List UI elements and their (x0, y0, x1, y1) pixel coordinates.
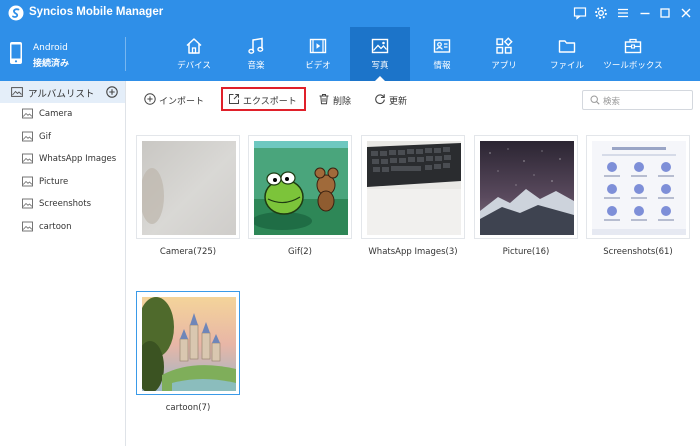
sidebar-item-label: Gif (39, 132, 51, 142)
album-icon (22, 108, 33, 119)
album-label: Screenshots(61) (603, 247, 673, 257)
tab-apps[interactable]: アプリ (474, 27, 534, 81)
feedback-icon[interactable] (572, 5, 588, 21)
sidebar-item-screenshots[interactable]: Screenshots (0, 194, 125, 214)
tab-label: デバイス (177, 61, 211, 71)
album-thumbnail[interactable] (136, 135, 240, 239)
sidebar-item-label: Camera (39, 109, 73, 119)
search-placeholder: 検索 (603, 97, 621, 107)
sidebar-item-gif[interactable]: Gif (0, 127, 125, 147)
close-icon[interactable] (678, 5, 694, 21)
phone-icon (10, 42, 22, 64)
camera-photo-thumbnail (142, 141, 236, 235)
device-info[interactable]: Android 接続済み (0, 27, 126, 81)
add-album-icon[interactable] (106, 86, 118, 98)
delete-label: 削除 (333, 97, 352, 107)
tab-label: 情報 (433, 61, 451, 71)
syncios-logo-icon (8, 5, 24, 21)
menu-icon[interactable] (615, 5, 631, 21)
device-name: Android (33, 43, 68, 53)
search-input[interactable]: 検索 (582, 90, 693, 110)
sidebar-item-label: Screenshots (39, 199, 92, 209)
tab-label: ファイル (549, 61, 584, 71)
tab-files[interactable]: ファイル (536, 27, 598, 81)
album-list-title: アルバムリスト (28, 89, 95, 100)
device-status: 接続済み (33, 59, 70, 69)
night-sky-mountain-thumbnail (480, 141, 574, 235)
delete-button[interactable]: 削除 (318, 92, 358, 108)
album-sidebar: アルバムリスト Camera Gif WhatsApp Images Pictu… (0, 81, 126, 446)
app-title: Syncios Mobile Manager (29, 6, 164, 18)
photo-icon (371, 38, 389, 54)
apps-icon (496, 37, 513, 54)
title-bar: Syncios Mobile Manager (0, 0, 700, 27)
search-icon (590, 95, 600, 105)
tab-label: 写真 (371, 61, 389, 71)
tab-photo[interactable]: 写真 (350, 27, 410, 81)
nav-divider (125, 37, 126, 71)
sidebar-item-label: cartoon (39, 222, 72, 232)
album-list-header[interactable]: アルバムリスト (0, 81, 125, 103)
album-icon (22, 176, 33, 187)
tab-device[interactable]: デバイス (164, 27, 224, 81)
sidebar-item-whatsapp-images[interactable]: WhatsApp Images (0, 149, 125, 169)
toolbox-icon (624, 38, 642, 54)
import-button[interactable]: インポート (144, 92, 208, 108)
album-icon (22, 131, 33, 142)
album-thumbnail[interactable] (586, 135, 690, 239)
tab-label: ツールボックス (603, 61, 663, 71)
import-label: インポート (159, 97, 205, 107)
tab-label: アプリ (491, 61, 517, 71)
minimize-icon[interactable] (637, 5, 653, 21)
trash-icon (319, 94, 329, 105)
tab-toolbox[interactable]: ツールボックス (598, 27, 668, 81)
refresh-label: 更新 (389, 97, 408, 107)
sidebar-item-label: Picture (39, 177, 69, 187)
gear-icon[interactable] (593, 5, 609, 21)
sidebar-item-picture[interactable]: Picture (0, 172, 125, 192)
album-thumbnail[interactable] (474, 135, 578, 239)
album-thumbnail-selected[interactable] (136, 291, 240, 395)
album-thumbnail[interactable] (361, 135, 465, 239)
keyboard-photo-thumbnail (367, 141, 461, 235)
gif-cartoon-frog-thumbnail (254, 141, 348, 235)
contact-card-icon (433, 39, 451, 53)
tab-label: ビデオ (305, 61, 331, 71)
tab-info[interactable]: 情報 (412, 27, 472, 81)
sidebar-item-camera[interactable]: Camera (0, 104, 125, 124)
album-thumbnail[interactable] (248, 135, 352, 239)
album-icon (22, 198, 33, 209)
music-icon (248, 37, 264, 54)
video-icon (309, 38, 327, 54)
album-label: cartoon(7) (165, 403, 211, 413)
sidebar-item-label: WhatsApp Images (39, 154, 117, 164)
refresh-button[interactable]: 更新 (374, 92, 414, 108)
sidebar-item-cartoon[interactable]: cartoon (0, 217, 125, 237)
maximize-icon[interactable] (657, 5, 673, 21)
export-highlight-box (221, 87, 306, 111)
fantasy-castle-thumbnail (142, 297, 236, 391)
tab-music[interactable]: 音楽 (226, 27, 286, 81)
plus-circle-icon (144, 93, 156, 105)
tab-video[interactable]: ビデオ (288, 27, 348, 81)
album-icon (11, 87, 23, 97)
main-nav: Android 接続済み デバイス 音楽 ビデオ 写真 情報 アプリ ファイル … (0, 27, 700, 81)
refresh-icon (375, 94, 385, 105)
screenshot-thumbnail (592, 141, 686, 235)
home-icon (186, 38, 202, 54)
folder-icon (558, 40, 576, 53)
album-icon (22, 153, 33, 164)
tab-label: 音楽 (247, 61, 265, 71)
album-icon (22, 221, 33, 232)
